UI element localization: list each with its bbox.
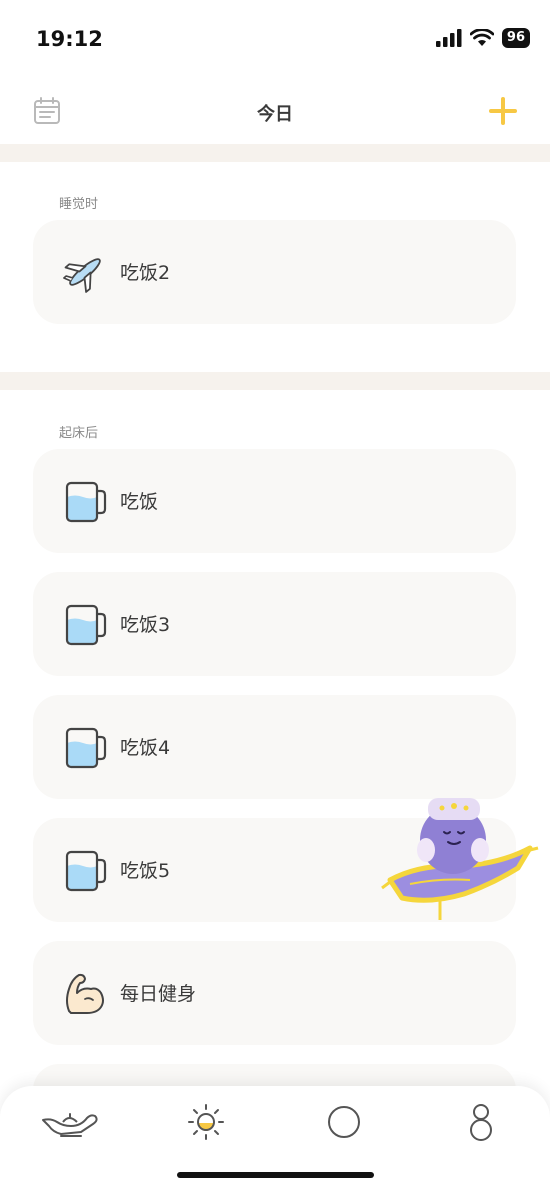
genie-mascot-icon [381, 798, 539, 920]
page-title: 今日 [257, 104, 293, 125]
water-cup-icon [65, 481, 107, 523]
habit-label: 吃饭5 [120, 860, 171, 882]
signal-icon [435, 29, 462, 47]
wifi-icon [469, 29, 494, 46]
water-cup-icon [65, 727, 107, 769]
section-divider [0, 372, 550, 390]
header: 今日 [0, 80, 550, 144]
habit-label: 吃饭3 [120, 614, 171, 636]
habit-label: 吃饭2 [120, 262, 171, 284]
person-icon [470, 1104, 492, 1141]
habit-card[interactable]: 吃饭 [33, 449, 516, 553]
tab-today[interactable] [171, 1100, 241, 1144]
section-label-wake: 起床后 [59, 426, 99, 441]
status-time: 19:12 [36, 27, 103, 51]
habit-card[interactable]: 吃饭3 [33, 572, 516, 676]
flexed-arm-icon [66, 973, 104, 1014]
water-cup-icon [65, 850, 107, 892]
tab-profile[interactable] [446, 1100, 516, 1144]
sun-icon [188, 1104, 224, 1140]
airplane-icon [63, 258, 101, 293]
home-indicator [177, 1172, 374, 1178]
circle-icon [328, 1106, 360, 1138]
habit-label: 每日健身 [120, 983, 197, 1005]
tab-circle[interactable] [309, 1100, 379, 1144]
magic-lamp-icon [42, 1113, 98, 1137]
section-divider [0, 144, 550, 162]
habit-card[interactable]: 每日健身 [33, 941, 516, 1045]
habit-card[interactable]: 吃饭2 [33, 220, 516, 324]
tab-lamp[interactable] [34, 1100, 104, 1144]
section-label-sleep: 睡觉时 [59, 197, 99, 212]
battery-badge: 96 [501, 28, 530, 48]
water-cup-icon [65, 604, 107, 646]
status-indicators: 96 [435, 28, 530, 48]
add-icon[interactable] [486, 94, 520, 128]
status-bar: 19:12 96 [0, 0, 550, 80]
habit-card[interactable]: 吃饭4 [33, 695, 516, 799]
habit-label: 吃饭4 [120, 737, 171, 759]
habit-label: 吃饭 [120, 491, 159, 513]
